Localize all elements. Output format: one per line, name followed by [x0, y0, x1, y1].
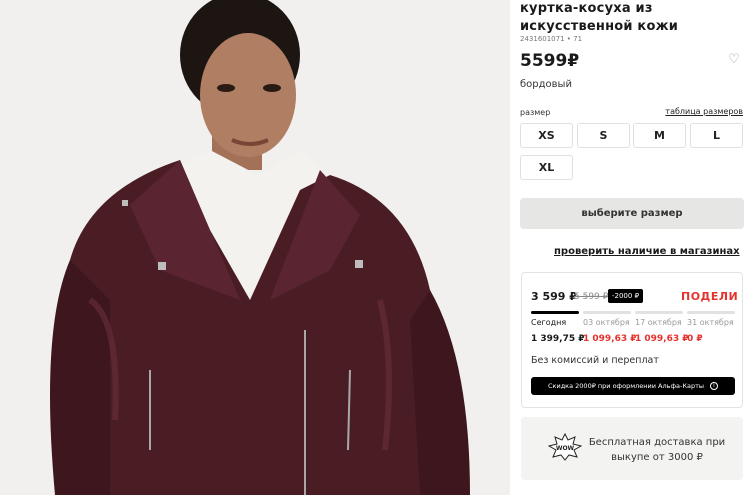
schedule-amount: 1 099,63 ₽	[635, 334, 689, 344]
split-old-price: 5 599 ₽	[574, 292, 609, 302]
podeli-logo: ПОДЕЛИ	[681, 290, 739, 303]
split-payment-card[interactable]: 3 599 ₽ 5 599 ₽ -2000 ₽ ПОДЕЛИ Сегодня 0…	[521, 272, 743, 408]
wow-badge-icon: WOW	[548, 433, 582, 461]
schedule-bar	[635, 311, 683, 314]
size-label: размер	[520, 108, 551, 117]
product-price: 5599₽	[520, 51, 580, 71]
product-photo[interactable]	[0, 0, 510, 495]
schedule-date: 31 октября	[687, 318, 734, 327]
size-option-m[interactable]: M	[633, 123, 686, 148]
schedule-date: 17 октября	[635, 318, 682, 327]
promo-text: Скидка 2000₽ при оформлении Альфа-Карты	[548, 382, 704, 390]
split-price: 3 599 ₽	[531, 290, 577, 303]
check-stores-link[interactable]: проверить наличие в магазинах	[554, 246, 740, 257]
free-delivery-text: Бесплатная доставка при выкупе от 3000 ₽	[588, 437, 726, 463]
schedule-amount: 1 399,75 ₽	[531, 334, 585, 344]
discount-badge: -2000 ₽	[608, 289, 644, 303]
size-option-xl[interactable]: XL	[520, 155, 573, 180]
free-delivery-banner: WOW Бесплатная доставка при выкупе от 30…	[521, 417, 743, 480]
info-icon[interactable]: i	[710, 382, 718, 390]
no-fees-text: Без комиссий и переплат	[531, 355, 659, 366]
product-color: бордовый	[520, 79, 572, 90]
choose-size-button[interactable]: выберите размер	[520, 198, 744, 229]
schedule-date: Сегодня	[531, 318, 567, 327]
schedule-date: 03 октября	[583, 318, 630, 327]
product-image	[0, 0, 510, 495]
size-option-s[interactable]: S	[577, 123, 630, 148]
schedule-amount: 1 099,63 ₽	[583, 334, 637, 344]
size-option-xs[interactable]: XS	[520, 123, 573, 148]
schedule-bar	[531, 311, 579, 314]
size-option-l[interactable]: L	[690, 123, 743, 148]
heart-icon[interactable]: ♡	[727, 53, 741, 67]
schedule-amount: 0 ₽	[687, 334, 703, 344]
schedule-bar	[687, 311, 735, 314]
product-title: куртка-косуха из искусственной кожи	[520, 1, 679, 34]
schedule-bar	[583, 311, 631, 314]
size-table-link[interactable]: таблица размеров	[665, 107, 743, 116]
product-sku: 2431601071 • 71	[520, 35, 583, 43]
wow-badge-text: WOW	[556, 445, 575, 452]
product-details-panel: куртка-косуха из искусственной кожи 2431…	[520, 0, 752, 495]
alfa-card-promo[interactable]: Скидка 2000₽ при оформлении Альфа-Карты i	[531, 377, 735, 395]
